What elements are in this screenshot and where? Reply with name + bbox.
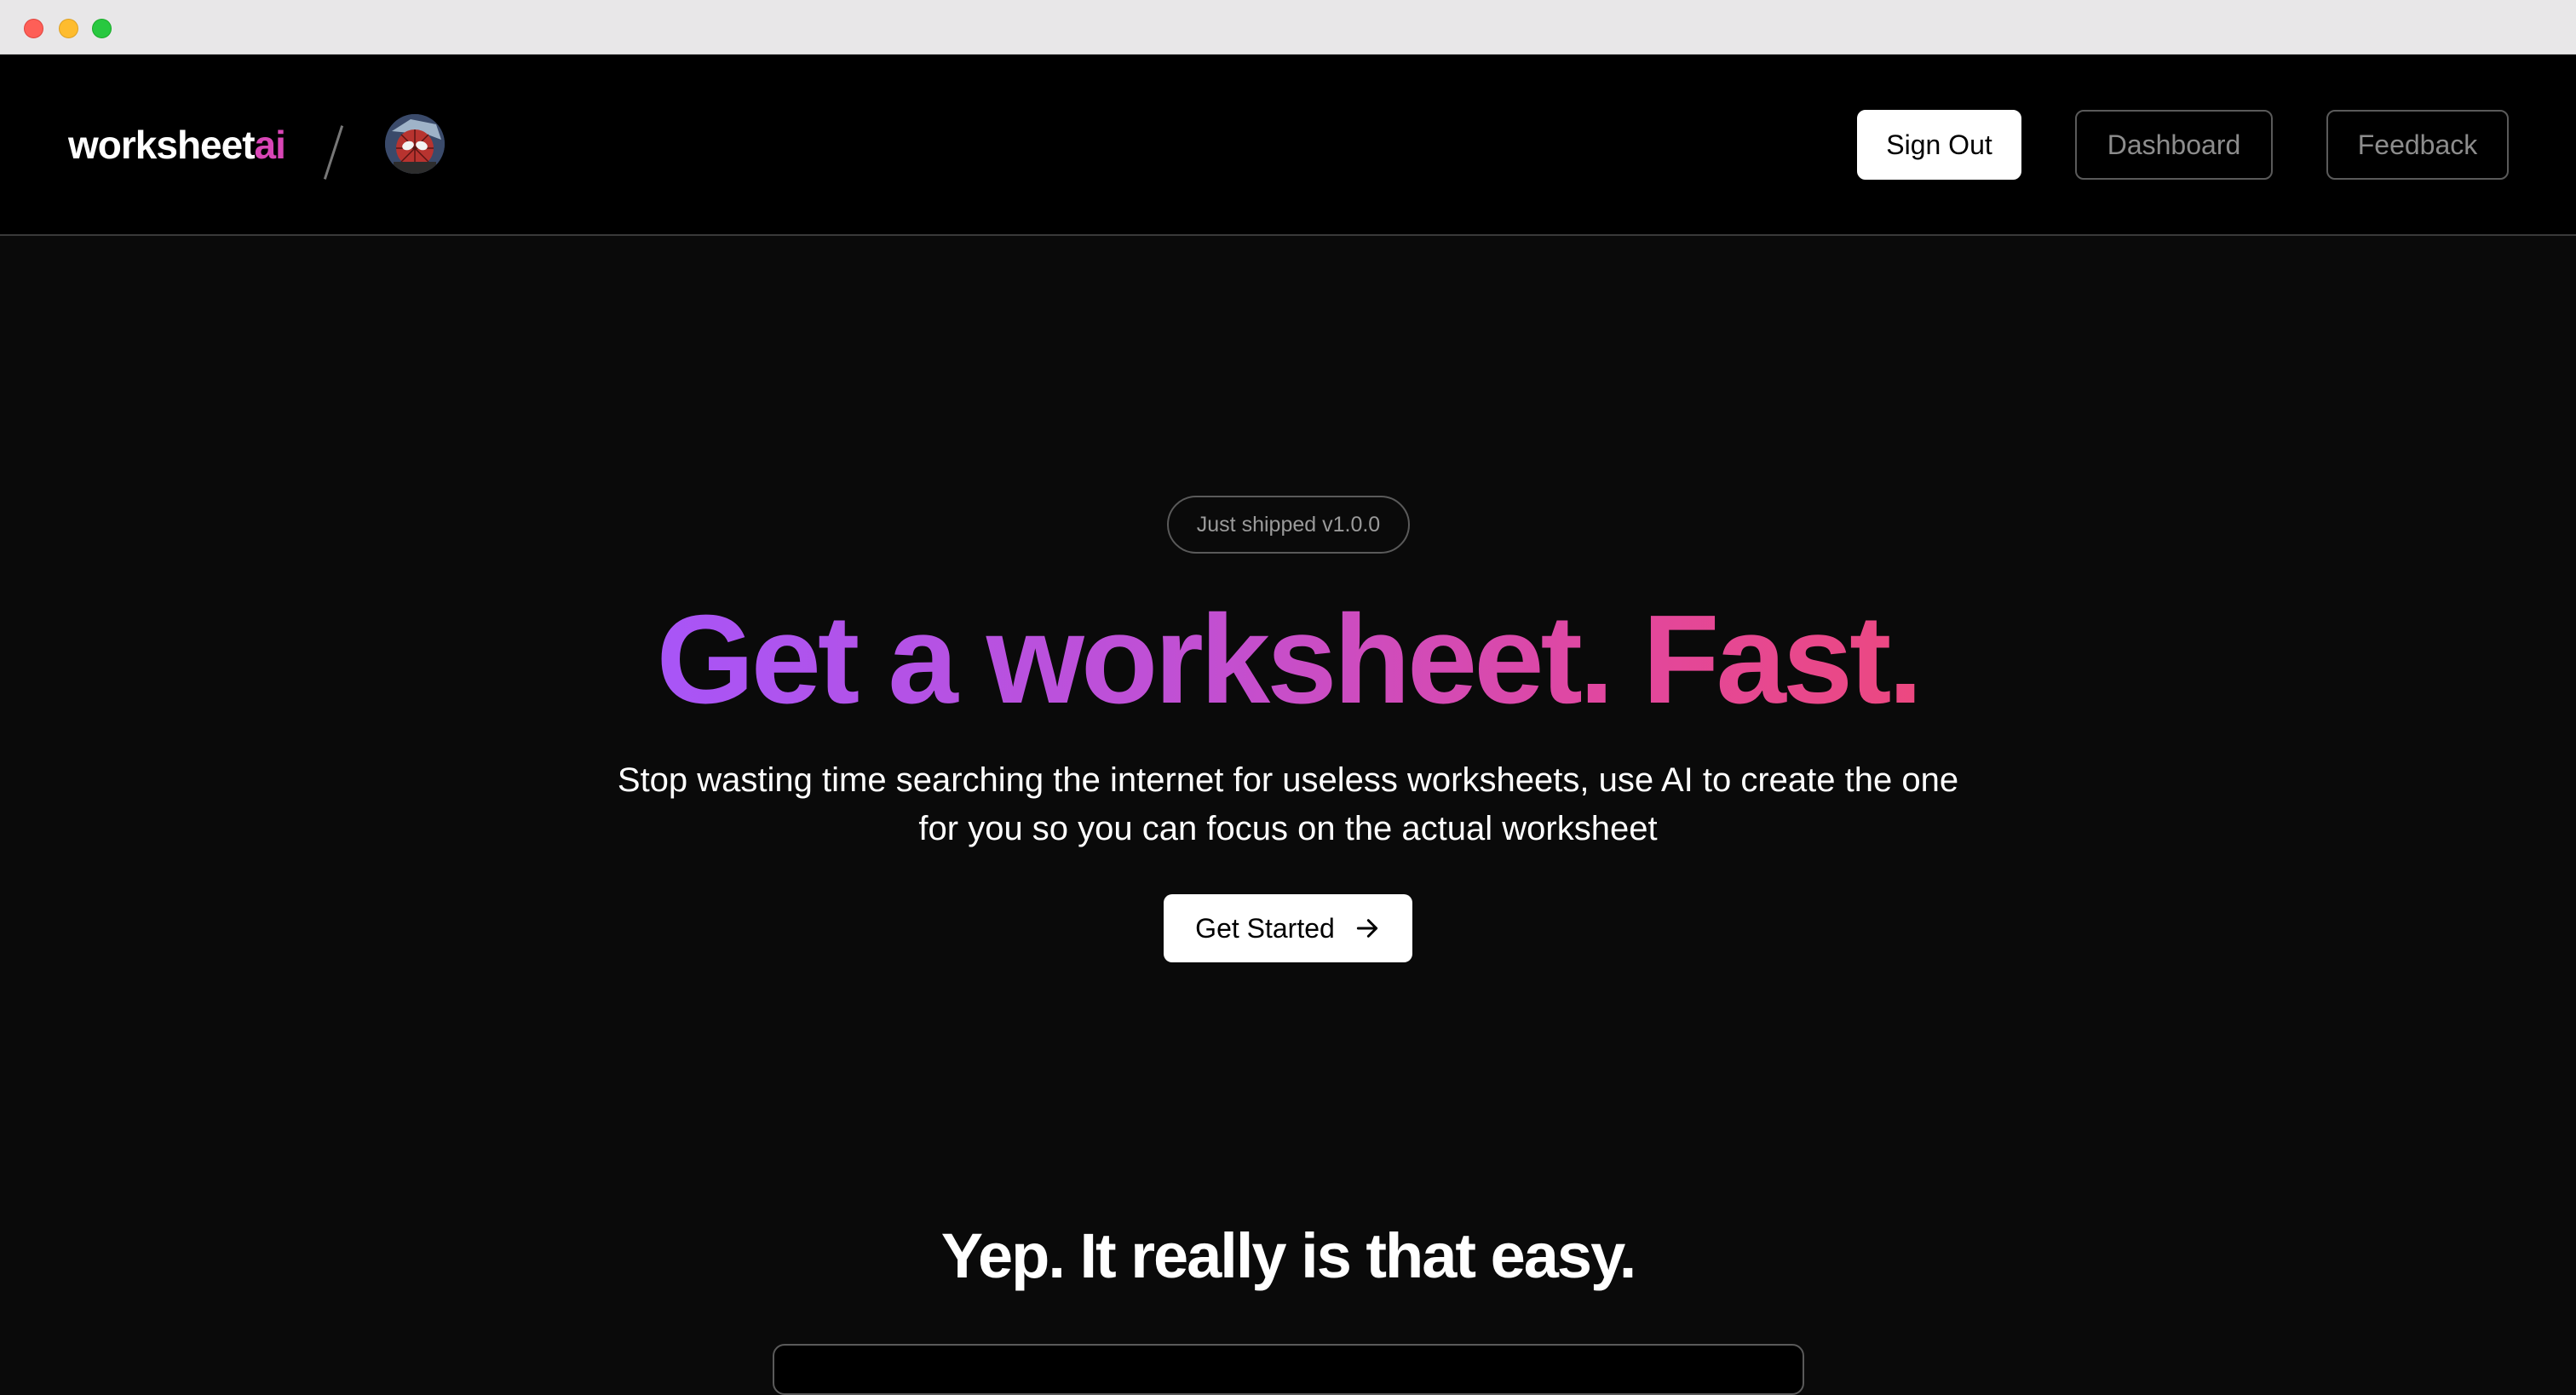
get-started-label: Get Started [1195,912,1335,944]
window-titlebar [0,0,2576,55]
user-avatar-icon[interactable] [385,114,445,174]
site-header: worksheetai Sign Out Dashboard Feedback [0,55,2576,236]
release-badge[interactable]: Just shipped v1.0.0 [1167,496,1410,554]
demo-preview-frame [773,1344,1804,1395]
feedback-button[interactable]: Feedback [2326,110,2509,180]
zoom-window-button[interactable] [92,19,112,38]
hero-headline-text: Get a worksheet. Fast. [656,589,1923,730]
close-window-button[interactable] [24,19,43,38]
dashboard-button[interactable]: Dashboard [2075,110,2273,180]
hero-subtext: Stop wasting time searching the internet… [617,761,1959,847]
logo-accent: ai [254,123,286,167]
hero-headline: Get a worksheet. Fast. [0,588,2576,732]
get-started-button[interactable]: Get Started [1164,894,1412,962]
avatar-illustration-icon [385,114,445,174]
section-title: Yep. It really is that easy. [940,1220,1637,1291]
header-separator [323,125,344,180]
site-logo[interactable]: worksheetai [68,121,286,169]
minimize-window-button[interactable] [59,19,78,38]
arrow-right-icon [1356,919,1377,938]
sign-out-button[interactable]: Sign Out [1857,110,2021,180]
logo-text: worksheet [68,123,256,167]
